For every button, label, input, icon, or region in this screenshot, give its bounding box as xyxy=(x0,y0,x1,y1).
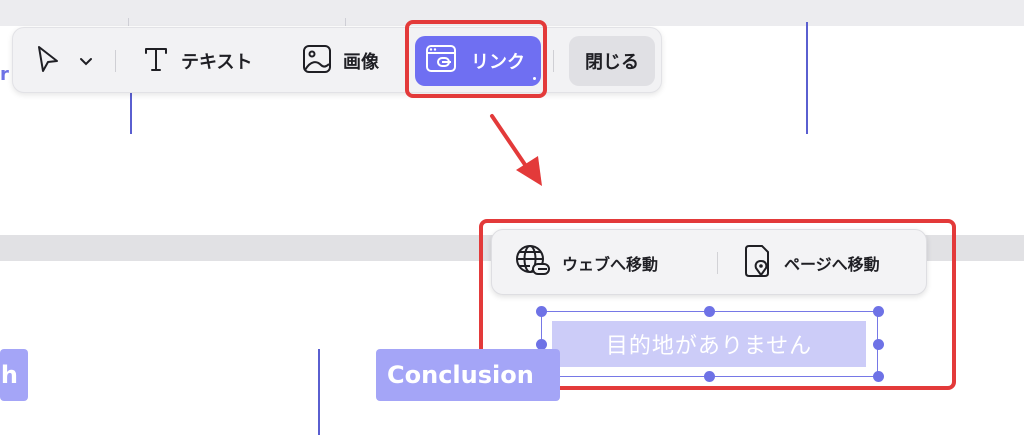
go-to-page-label: ページへ移動 xyxy=(784,255,880,274)
text-tool-icon xyxy=(141,44,171,78)
canvas-edge-text: r xyxy=(0,64,9,85)
text-tool-button[interactable]: テキスト xyxy=(135,36,275,86)
image-tool-button[interactable]: 画像 xyxy=(297,36,401,86)
annotation-toolbar: テキスト 画像 リンク 閉じる xyxy=(12,27,662,93)
select-tool-button[interactable] xyxy=(29,36,109,86)
go-to-web-option[interactable]: ウェブへ移動 xyxy=(514,240,658,286)
globe-link-icon xyxy=(514,243,552,283)
guide-line xyxy=(130,92,132,134)
close-button[interactable]: 閉じる xyxy=(569,36,655,86)
red-arrow-icon xyxy=(490,114,542,186)
resize-handle[interactable] xyxy=(873,306,884,317)
toolbar-divider xyxy=(115,50,116,72)
conclusion-chip-text: Conclusion xyxy=(387,361,534,389)
resize-handle[interactable] xyxy=(704,306,715,317)
canvas-chip-text: h xyxy=(0,361,18,389)
go-to-page-option[interactable]: ページへ移動 xyxy=(742,240,880,286)
canvas-chip: h xyxy=(0,349,28,401)
page-location-icon xyxy=(742,243,774,283)
resize-handle[interactable] xyxy=(873,371,884,382)
image-tool-label: 画像 xyxy=(343,52,379,73)
go-to-web-label: ウェブへ移動 xyxy=(562,255,659,274)
selection-frame xyxy=(541,311,878,377)
page-tick xyxy=(345,18,346,26)
resize-handle[interactable] xyxy=(536,306,547,317)
toolbar-divider xyxy=(553,50,554,72)
link-destination-popover: ウェブへ移動 ページへ移動 xyxy=(491,229,927,295)
image-icon xyxy=(301,43,333,79)
text-tool-label: テキスト xyxy=(181,52,253,73)
chevron-down-icon[interactable] xyxy=(79,52,93,71)
cursor-arrow-icon xyxy=(35,44,63,78)
guide-line xyxy=(318,349,320,435)
close-label: 閉じる xyxy=(585,52,639,73)
resize-handle[interactable] xyxy=(873,339,884,350)
link-tool-highlight xyxy=(405,20,547,98)
conclusion-chip: Conclusion xyxy=(376,349,560,401)
popover-divider xyxy=(717,252,718,274)
resize-handle[interactable] xyxy=(704,371,715,382)
page-tick xyxy=(128,18,129,26)
guide-line xyxy=(806,22,808,134)
